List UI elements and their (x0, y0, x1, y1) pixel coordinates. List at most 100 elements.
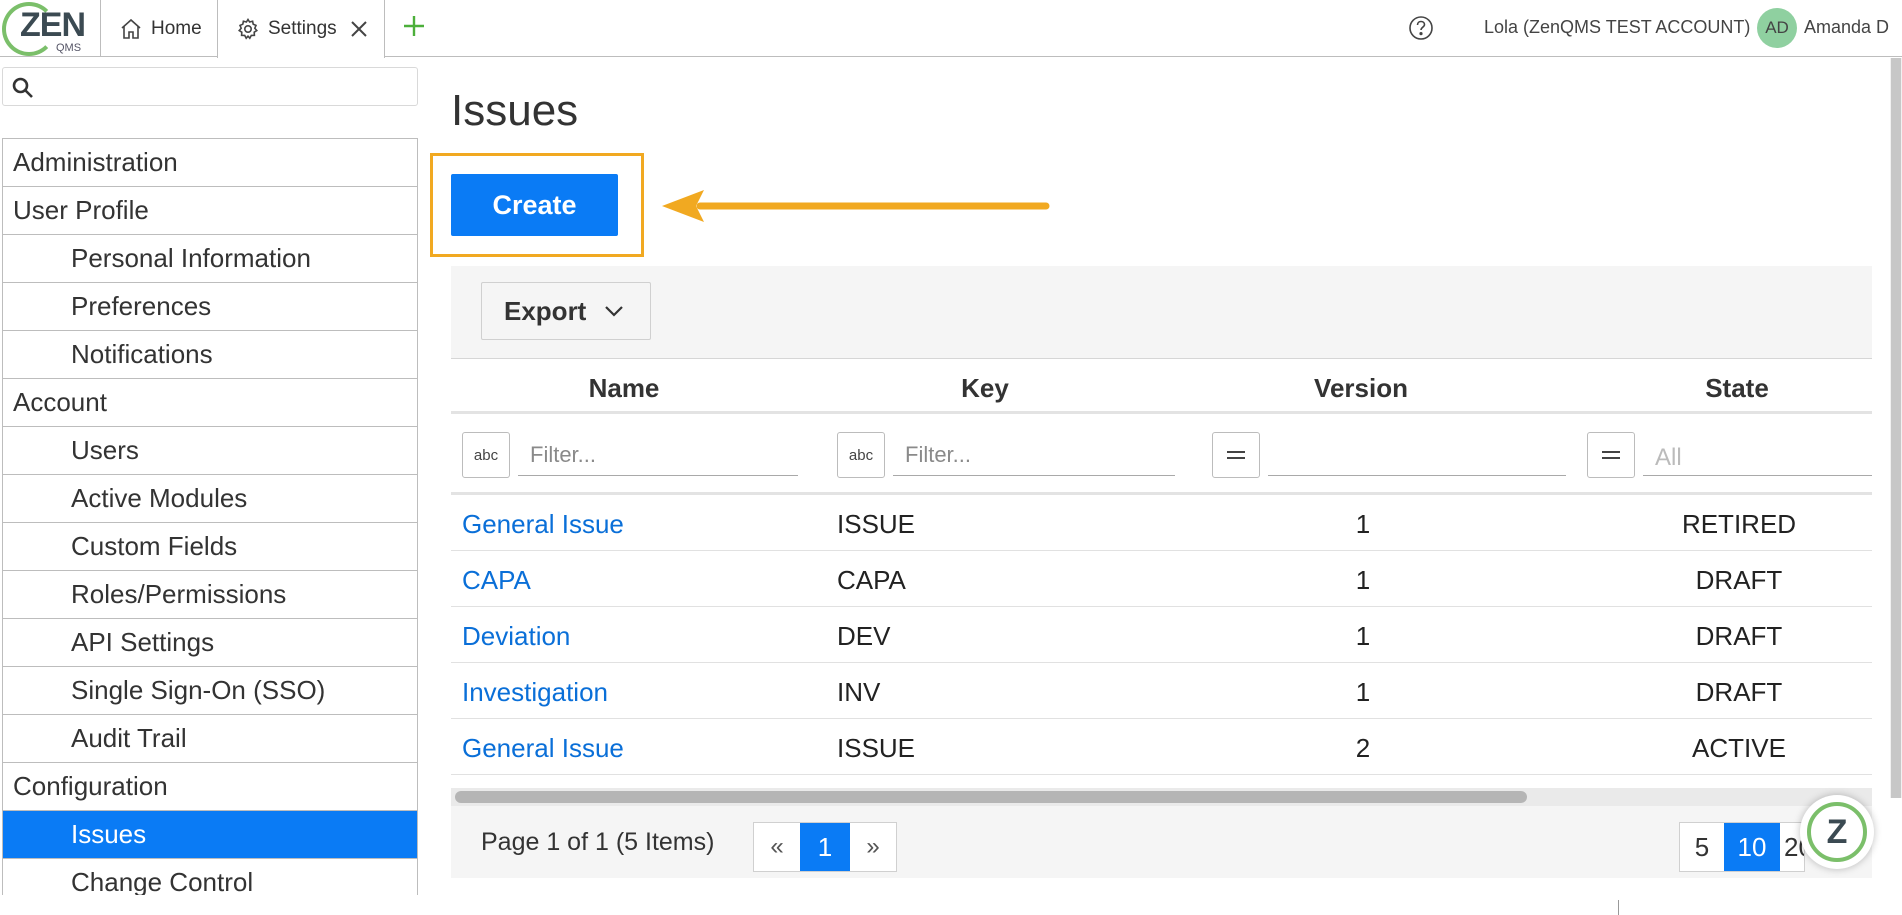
sidebar-item-audit-trail[interactable]: Audit Trail (3, 715, 417, 763)
sidebar-item-user-profile[interactable]: User Profile (3, 187, 417, 235)
sidebar-item-roles-permissions[interactable]: Roles/Permissions (3, 571, 417, 619)
issue-name-link[interactable]: Investigation (462, 677, 608, 708)
text-filter-icon[interactable]: abc (462, 432, 510, 478)
text-filter-icon[interactable]: abc (837, 432, 885, 478)
sidebar-item-active-modules[interactable]: Active Modules (3, 475, 417, 523)
zen-help-badge[interactable]: Z (1800, 795, 1874, 869)
sidebar-item-configuration[interactable]: Configuration (3, 763, 417, 811)
pager-prev-button[interactable]: « (754, 823, 800, 871)
tab-home-label: Home (151, 17, 202, 39)
account-name[interactable]: Lola (ZenQMS TEST ACCOUNT) (1484, 17, 1750, 38)
pager-info: Page 1 of 1 (5 Items) (481, 828, 715, 856)
column-header-key[interactable]: Key (797, 373, 1173, 404)
equals-filter-icon[interactable] (1212, 432, 1260, 478)
grid-filter-row: abc abc All (451, 417, 1872, 495)
issue-name-link[interactable]: General Issue (462, 733, 624, 764)
pager-next-button[interactable]: » (850, 823, 896, 871)
add-tab-button[interactable] (398, 12, 430, 44)
plus-icon (402, 14, 426, 43)
sidebar-item-notifications[interactable]: Notifications (3, 331, 417, 379)
chevron-down-icon (604, 304, 624, 318)
scrollbar-thumb[interactable] (1891, 58, 1901, 798)
tab-settings-label: Settings (268, 18, 337, 39)
issue-name-link[interactable]: General Issue (462, 509, 624, 540)
top-bar: ZEN QMS Home Settings Lola (ZenQMS TEST … (0, 0, 1902, 58)
avatar[interactable]: AD (1757, 8, 1797, 48)
gear-icon (236, 17, 260, 41)
page-size-10[interactable]: 10 (1724, 823, 1780, 871)
page-size-selector: 5 10 20 (1679, 822, 1805, 872)
pointer-arrow (660, 188, 1052, 229)
sidebar-item-preferences[interactable]: Preferences (3, 283, 417, 331)
key-filter-input[interactable] (893, 434, 1175, 476)
tab-home[interactable]: Home (100, 0, 217, 57)
sidebar-item-change-control[interactable]: Change Control (3, 859, 417, 895)
issue-key: CAPA (837, 565, 906, 595)
vertical-scrollbar[interactable] (1890, 58, 1902, 798)
page-size-5[interactable]: 5 (1680, 823, 1724, 871)
table-row: Investigation INV 1 DRAFT (451, 663, 1872, 719)
sidebar-item-administration[interactable]: Administration (3, 139, 417, 187)
issue-name-link[interactable]: CAPA (462, 565, 531, 596)
column-header-version[interactable]: Version (1173, 373, 1549, 404)
pager-navigation: « 1 » (753, 822, 897, 872)
issue-state: RETIRED (1681, 509, 1797, 539)
state-filter-select[interactable]: All (1643, 434, 1872, 476)
page-title: Issues (451, 86, 579, 135)
home-icon (119, 17, 143, 41)
issues-grid: Export Name Key Version State abc abc Al (451, 266, 1872, 878)
issue-state: ACTIVE (1692, 733, 1786, 763)
equals-filter-icon[interactable] (1587, 432, 1635, 478)
issue-version: 1 (1355, 565, 1371, 595)
issue-version: 1 (1355, 677, 1371, 707)
horizontal-scrollbar[interactable] (451, 788, 1872, 806)
table-row: CAPA CAPA 1 DRAFT (451, 551, 1872, 607)
export-label: Export (504, 295, 587, 326)
search-icon (11, 76, 35, 105)
sidebar-item-users[interactable]: Users (3, 427, 417, 475)
zen-badge-icon: Z (1807, 802, 1867, 862)
sidebar-item-custom-fields[interactable]: Custom Fields (3, 523, 417, 571)
issue-version: 1 (1355, 509, 1371, 539)
sidebar-item-account[interactable]: Account (3, 379, 417, 427)
issue-key: ISSUE (837, 733, 916, 763)
table-row: Deviation DEV 1 DRAFT (451, 607, 1872, 663)
sidebar-item-personal-information[interactable]: Personal Information (3, 235, 417, 283)
sidebar-search[interactable] (2, 67, 418, 106)
table-row: General Issue ISSUE 1 RETIRED (451, 495, 1872, 551)
user-name[interactable]: Amanda D (1804, 17, 1889, 38)
logo-subtext: QMS (56, 42, 82, 54)
pager-page-1[interactable]: 1 (800, 823, 850, 871)
issue-key: DEV (837, 621, 891, 651)
column-header-name[interactable]: Name (451, 373, 797, 404)
settings-sidebar: Administration User Profile Personal Inf… (2, 138, 418, 895)
issue-state: DRAFT (1695, 565, 1783, 595)
create-button[interactable]: Create (451, 174, 618, 236)
sidebar-item-issues[interactable]: Issues (3, 811, 417, 859)
help-icon[interactable] (1408, 15, 1434, 46)
grid-toolbar: Export (451, 266, 1872, 358)
logo-text: ZEN (20, 6, 86, 44)
zenqms-logo[interactable]: ZEN QMS (2, 2, 98, 56)
version-filter-input[interactable] (1268, 434, 1566, 476)
table-row: General Issue ISSUE 2 ACTIVE (451, 719, 1872, 775)
grid-table: Name Key Version State abc abc All Gener… (451, 358, 1872, 788)
sidebar-item-sso[interactable]: Single Sign-On (SSO) (3, 667, 417, 715)
close-icon[interactable] (349, 19, 369, 39)
sidebar-item-api-settings[interactable]: API Settings (3, 619, 417, 667)
issue-state: DRAFT (1695, 621, 1783, 651)
column-header-state[interactable]: State (1549, 373, 1902, 404)
grid-header-row: Name Key Version State (451, 359, 1872, 414)
export-button[interactable]: Export (481, 282, 651, 340)
issue-key: INV (837, 677, 881, 707)
grid-pager: Page 1 of 1 (5 Items) « 1 » 5 10 20 (451, 806, 1872, 878)
search-input[interactable] (43, 72, 413, 102)
issue-key: ISSUE (837, 509, 916, 539)
issue-version: 1 (1355, 621, 1371, 651)
name-filter-input[interactable] (518, 434, 798, 476)
tab-settings[interactable]: Settings (217, 0, 385, 58)
issue-state: DRAFT (1695, 677, 1783, 707)
scrollbar-thumb[interactable] (455, 791, 1527, 803)
issue-name-link[interactable]: Deviation (462, 621, 570, 652)
issue-version: 2 (1355, 733, 1371, 763)
